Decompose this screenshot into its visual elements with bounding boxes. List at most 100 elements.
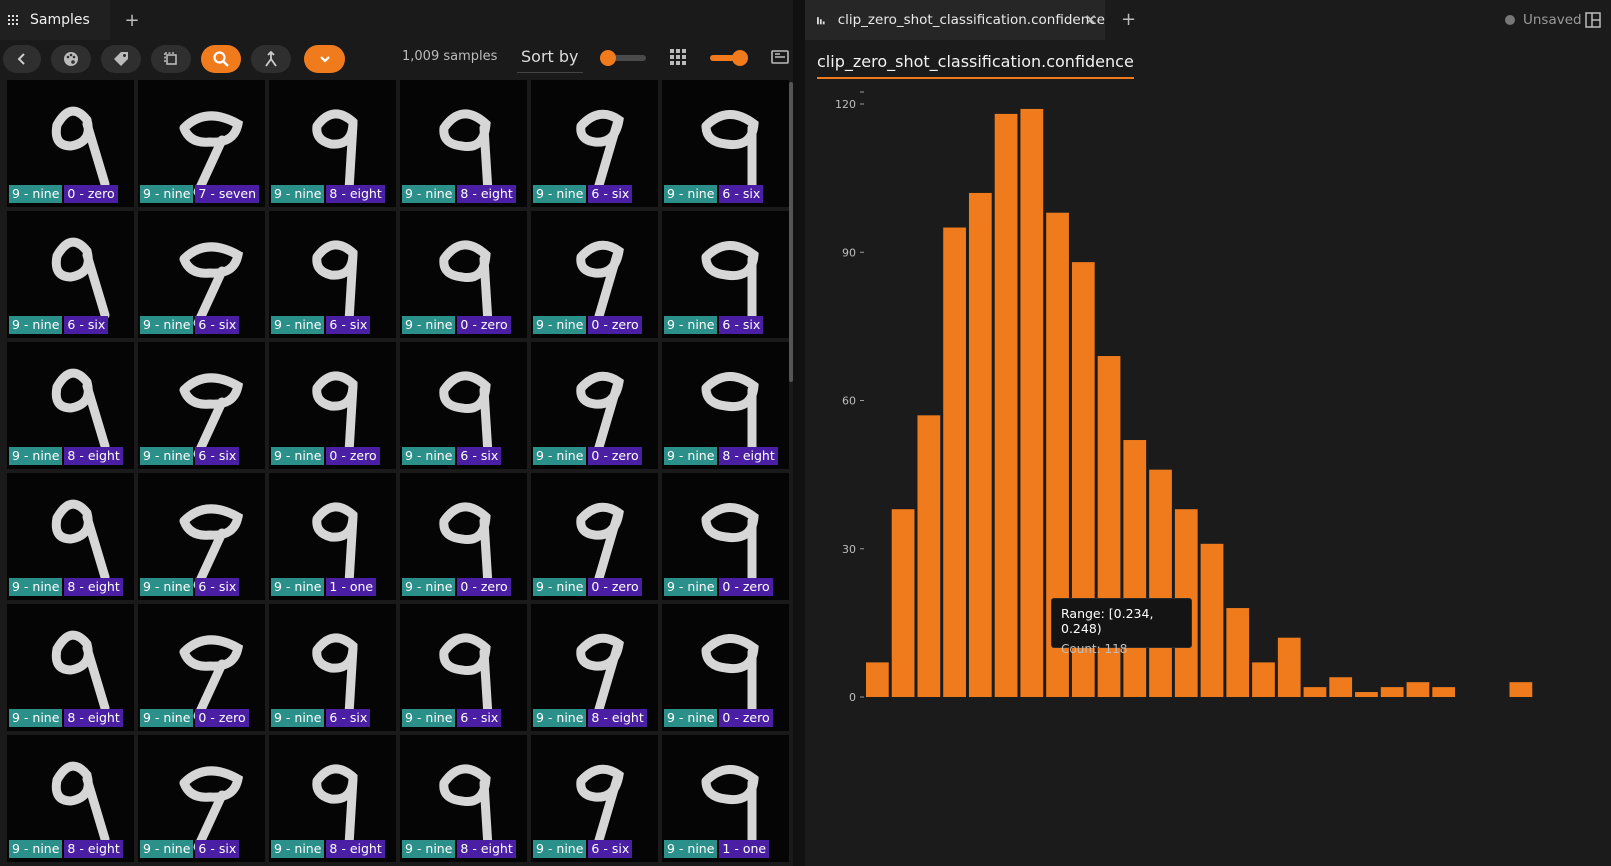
prediction-label: 6 - six <box>195 578 240 596</box>
sample-tile[interactable]: 9 - nine 0 - zero <box>662 473 789 600</box>
sample-labels: 9 - nine 0 - zero <box>533 447 642 465</box>
sample-labels: 9 - nine 0 - zero <box>402 578 511 596</box>
ground-truth-label: 9 - nine <box>271 185 325 203</box>
sample-labels: 9 - nine 6 - six <box>533 840 633 858</box>
histogram-bar[interactable] <box>891 509 915 697</box>
sample-tile[interactable]: 9 - nine 0 - zero <box>531 211 658 338</box>
prediction-label: 6 - six <box>195 447 240 465</box>
sample-tile[interactable]: 9 - nine 6 - six <box>400 604 527 731</box>
grid-zoom-slider[interactable] <box>710 50 748 66</box>
ground-truth-label: 9 - nine <box>402 840 456 858</box>
layout-icon[interactable] <box>1585 12 1601 32</box>
sample-tile[interactable]: 9 - nine 7 - seven <box>138 80 265 207</box>
sample-tile[interactable]: 9 - nine 0 - zero <box>400 211 527 338</box>
tag-icon <box>114 52 128 66</box>
histogram-bar[interactable] <box>866 662 889 697</box>
sample-tile[interactable]: 9 - nine 8 - eight <box>269 735 396 862</box>
field-tab[interactable]: clip_zero_shot_classification.confidence <box>817 52 1134 79</box>
sample-tile[interactable]: 9 - nine 1 - one <box>269 473 396 600</box>
histogram-bar[interactable] <box>994 113 1018 698</box>
grid-zoom-knob[interactable] <box>732 50 748 66</box>
sort-slider[interactable] <box>600 50 646 66</box>
sample-tile[interactable]: 9 - nine 0 - zero <box>662 604 789 731</box>
histogram-bar[interactable] <box>1380 687 1404 697</box>
search-button[interactable] <box>201 45 241 73</box>
ground-truth-label: 9 - nine <box>140 709 194 727</box>
histogram-bar[interactable] <box>1329 677 1353 697</box>
media-options-icon[interactable] <box>771 49 789 69</box>
histogram-tab[interactable]: clip_zero_shot_classification.confidence… <box>805 0 1105 40</box>
grid-view-icon[interactable] <box>670 49 686 69</box>
sample-labels: 9 - nine 6 - six <box>140 316 240 334</box>
sample-tile[interactable]: 9 - nine 8 - eight <box>7 604 134 731</box>
sample-tile[interactable]: 9 - nine 8 - eight <box>269 80 396 207</box>
sample-labels: 9 - nine 1 - one <box>664 840 770 858</box>
sort-slider-knob[interactable] <box>600 50 616 66</box>
merge-icon <box>265 50 277 67</box>
sample-tile[interactable]: 9 - nine 0 - zero <box>7 80 134 207</box>
sample-tile[interactable]: 9 - nine 6 - six <box>662 211 789 338</box>
sample-tile[interactable]: 9 - nine 6 - six <box>531 735 658 862</box>
sample-tile[interactable]: 9 - nine 8 - eight <box>7 342 134 469</box>
sample-tile[interactable]: 9 - nine 6 - six <box>662 80 789 207</box>
sample-tile[interactable]: 9 - nine 6 - six <box>138 342 265 469</box>
sample-tile[interactable]: 9 - nine 6 - six <box>138 473 265 600</box>
prediction-label: 6 - six <box>326 709 371 727</box>
sample-tile[interactable]: 9 - nine 6 - six <box>138 211 265 338</box>
sample-tile[interactable]: 9 - nine 8 - eight <box>662 342 789 469</box>
sample-tile[interactable]: 9 - nine 8 - eight <box>400 80 527 207</box>
histogram-bar[interactable] <box>1303 687 1327 697</box>
histogram-bar[interactable] <box>1020 108 1044 698</box>
tag-button[interactable] <box>101 45 141 73</box>
histogram-bar[interactable] <box>1406 682 1430 697</box>
sample-tile[interactable]: 9 - nine 1 - one <box>662 735 789 862</box>
sample-tile[interactable]: 9 - nine 6 - six <box>7 211 134 338</box>
sample-tile[interactable]: 9 - nine 6 - six <box>531 80 658 207</box>
histogram-bar[interactable] <box>968 192 992 697</box>
histogram-bar[interactable] <box>1277 637 1301 697</box>
ground-truth-label: 9 - nine <box>9 185 63 203</box>
add-panel-icon[interactable]: + <box>1121 9 1136 30</box>
sample-labels: 9 - nine 6 - six <box>402 709 502 727</box>
chevron-left-icon <box>17 53 25 65</box>
patches-button[interactable] <box>151 45 191 73</box>
histogram-bar[interactable] <box>943 227 966 697</box>
sample-tile[interactable]: 9 - nine 0 - zero <box>400 473 527 600</box>
back-button[interactable] <box>3 45 41 73</box>
prediction-label: 0 - zero <box>588 447 642 465</box>
histogram-bar[interactable] <box>1123 440 1147 697</box>
sample-tile[interactable]: 9 - nine 8 - eight <box>7 473 134 600</box>
sample-tile[interactable]: 9 - nine 0 - zero <box>531 342 658 469</box>
histogram-chart: 0 30 60 90 120 <box>835 91 1533 704</box>
sample-tile[interactable]: 9 - nine 8 - eight <box>7 735 134 862</box>
sample-tile[interactable]: 9 - nine 8 - eight <box>531 604 658 731</box>
sample-tile[interactable]: 9 - nine 6 - six <box>400 342 527 469</box>
sample-tile[interactable]: 9 - nine 6 - six <box>138 735 265 862</box>
color-scheme-button[interactable] <box>51 45 91 73</box>
expand-options-button[interactable] <box>304 45 345 73</box>
ground-truth-label: 9 - nine <box>402 316 456 334</box>
sample-tile[interactable]: 9 - nine 6 - six <box>269 211 396 338</box>
ground-truth-label: 9 - nine <box>271 840 325 858</box>
close-icon[interactable]: ✕ <box>1084 11 1097 29</box>
panel-divider[interactable] <box>793 0 805 866</box>
histogram-bar[interactable] <box>1200 543 1224 697</box>
add-panel-icon[interactable]: + <box>122 10 142 31</box>
histogram-bar[interactable] <box>1432 687 1456 697</box>
sample-tile[interactable]: 9 - nine 0 - zero <box>531 473 658 600</box>
ground-truth-label: 9 - nine <box>533 185 587 203</box>
histogram-bar[interactable] <box>917 415 941 697</box>
histogram-bar[interactable] <box>1252 662 1275 697</box>
sample-labels: 9 - nine 8 - eight <box>402 840 516 858</box>
similarity-button[interactable] <box>251 45 291 73</box>
sample-tile[interactable]: 9 - nine 0 - zero <box>269 342 396 469</box>
sample-tile[interactable]: 9 - nine 8 - eight <box>400 735 527 862</box>
sort-by-select[interactable]: Sort by <box>517 43 583 73</box>
sample-tile[interactable]: 9 - nine 0 - zero <box>138 604 265 731</box>
samples-tab[interactable]: Samples <box>0 0 110 40</box>
histogram-bar[interactable] <box>1226 608 1250 697</box>
histogram-bar[interactable] <box>1149 469 1172 697</box>
histogram-bar[interactable] <box>1509 682 1533 697</box>
sample-tile[interactable]: 9 - nine 6 - six <box>269 604 396 731</box>
histogram-bar[interactable] <box>1355 692 1378 697</box>
